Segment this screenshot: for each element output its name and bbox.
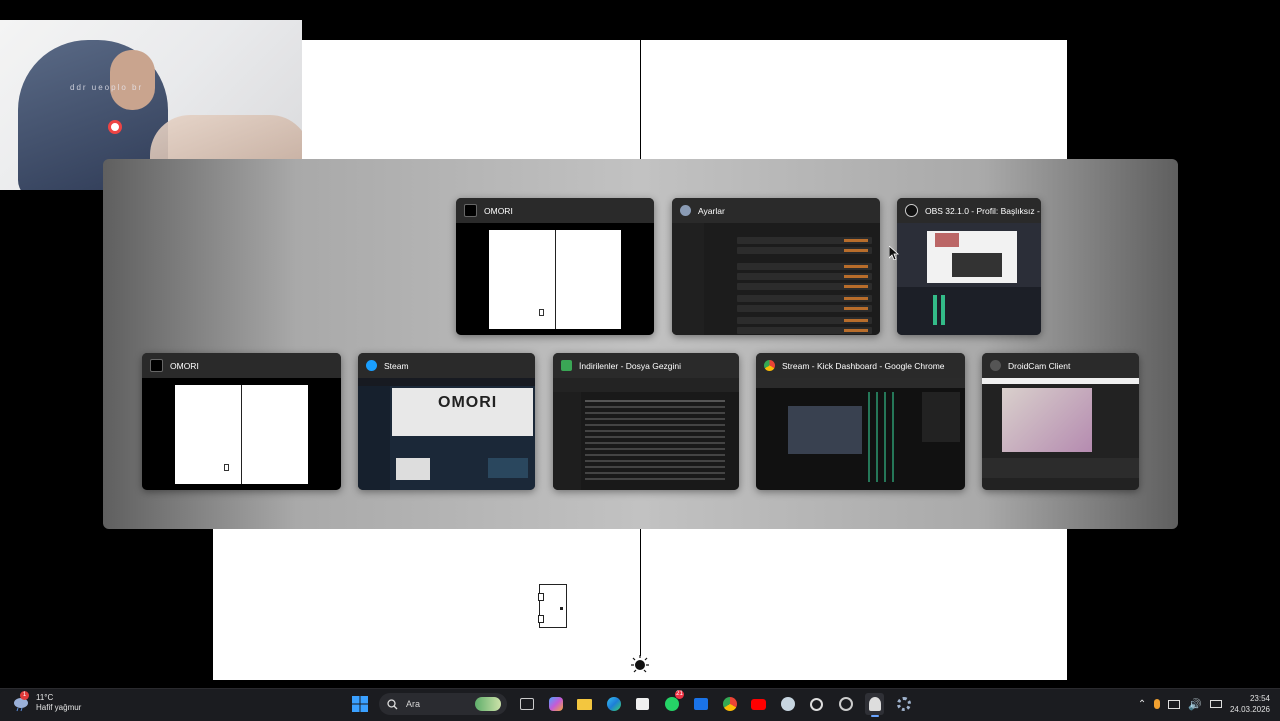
obs-icon (905, 204, 918, 217)
window-thumbnail (672, 223, 880, 335)
game-divider-line (640, 528, 641, 656)
game-divider-line (640, 40, 641, 160)
chrome-icon (722, 697, 737, 711)
microphone-icon[interactable] (1154, 699, 1161, 709)
steam-game-banner-text: OMORI (438, 394, 498, 411)
weather-condition: Hafif yağmur (36, 703, 82, 712)
window-thumbnail (142, 378, 341, 490)
game-lightbulb-icon (631, 655, 649, 673)
chevron-up-icon[interactable]: ⌃ (1138, 699, 1146, 710)
switcher-window-chrome[interactable]: Stream - Kick Dashboard - Google Chrome (756, 353, 965, 490)
youtube-button[interactable] (749, 693, 768, 715)
switcher-window-omori[interactable]: OMORI (456, 198, 654, 335)
task-switcher: OMORI Ayarlar OBS 32.1.0 - Profil: Başlı… (103, 159, 1178, 529)
store-button[interactable] (633, 693, 652, 715)
window-title: OMORI (484, 205, 513, 216)
droidcam-icon (990, 360, 1001, 371)
window-thumbnail (553, 378, 739, 490)
search-icon (387, 698, 398, 709)
omori-icon (868, 697, 881, 711)
system-tray: ⌃ 🔊 23:54 24.03.2026 (1138, 693, 1270, 715)
windows-logo-icon (351, 696, 368, 712)
omori-icon (150, 359, 163, 372)
chrome-icon (764, 360, 775, 371)
network-icon[interactable] (1168, 699, 1181, 709)
weather-rain-icon: 1 (12, 691, 30, 712)
window-thumbnail (456, 223, 654, 335)
webcam-overlay-text: ddr ueoplo br (70, 83, 144, 92)
clock-time: 23:54 (1249, 694, 1270, 703)
mail-icon (693, 698, 708, 710)
copilot-icon (548, 697, 563, 711)
window-thumbnail (982, 378, 1139, 490)
steam-taskbar-button[interactable] (778, 693, 797, 715)
battery-icon[interactable] (1209, 700, 1222, 708)
obs-icon (838, 697, 853, 711)
edge-icon (606, 697, 621, 711)
task-view-icon (519, 698, 534, 710)
window-title: Ayarlar (698, 205, 725, 216)
whatsapp-button[interactable]: 21 (662, 690, 684, 715)
omori-taskbar-button[interactable] (865, 693, 884, 717)
switcher-window-steam[interactable]: Steam OMORI (358, 353, 535, 490)
settings-gear-icon (896, 697, 911, 711)
steam-icon (780, 697, 795, 711)
window-thumbnail (756, 378, 965, 490)
omori-icon (464, 204, 477, 217)
taskbar-search[interactable]: Ara (379, 693, 507, 715)
folder-icon (577, 698, 592, 710)
game-door (538, 584, 567, 628)
weather-badge: 1 (20, 691, 29, 700)
steam-icon (366, 360, 377, 371)
switcher-window-droidcam[interactable]: DroidCam Client (982, 353, 1139, 490)
volume-icon[interactable]: 🔊 (1188, 698, 1202, 711)
switcher-window-omori-2[interactable]: OMORI (142, 353, 341, 490)
start-button[interactable] (350, 693, 369, 715)
weather-widget[interactable]: 1 11°C Hafif yağmur (12, 691, 82, 713)
copilot-button[interactable] (546, 693, 565, 715)
window-title: Steam (384, 360, 409, 371)
edge-button[interactable] (604, 693, 623, 715)
clock-date: 24.03.2026 (1229, 705, 1270, 714)
youtube-icon (751, 698, 766, 710)
switcher-window-obs[interactable]: OBS 32.1.0 - Profil: Başlıksız - ... (897, 198, 1041, 335)
window-title: İndirilenler - Dosya Gezgini (579, 360, 682, 371)
obs-taskbar-button[interactable] (836, 693, 855, 715)
chrome-taskbar-button[interactable] (720, 693, 739, 715)
download-icon (561, 360, 572, 371)
task-view-button[interactable] (517, 693, 536, 715)
settings-gear-icon (680, 205, 691, 216)
taskbar-apps: Ara 21 (350, 690, 913, 717)
window-title: OMORI (170, 360, 199, 371)
outlook-button[interactable] (691, 693, 710, 715)
search-label: Ara (406, 699, 421, 709)
switcher-window-settings[interactable]: Ayarlar (672, 198, 880, 335)
settings-taskbar-button[interactable] (894, 693, 913, 715)
window-thumbnail (897, 223, 1041, 335)
whatsapp-badge: 21 (675, 690, 684, 699)
game-window-top (302, 40, 1067, 160)
mouse-cursor-icon (889, 246, 899, 260)
search-highlight-icon (475, 697, 501, 711)
weather-temp: 11°C (36, 693, 54, 702)
store-icon (636, 698, 649, 710)
droidcam-taskbar-button[interactable] (807, 693, 826, 715)
window-thumbnail: OMORI (358, 378, 535, 490)
droidcam-icon (810, 697, 823, 711)
window-title: OBS 32.1.0 - Profil: Başlıksız - ... (925, 205, 1041, 216)
taskbar: 1 11°C Hafif yağmur Ara 21 ⌃ 🔊 23:54 24.… (0, 688, 1280, 721)
switcher-window-downloads[interactable]: İndirilenler - Dosya Gezgini (553, 353, 739, 490)
file-explorer-button[interactable] (575, 693, 594, 715)
whatsapp-icon (664, 697, 679, 711)
window-title: DroidCam Client (1008, 360, 1071, 371)
window-title: Stream - Kick Dashboard - Google Chrome (782, 360, 945, 371)
clock[interactable]: 23:54 24.03.2026 (1230, 693, 1270, 715)
